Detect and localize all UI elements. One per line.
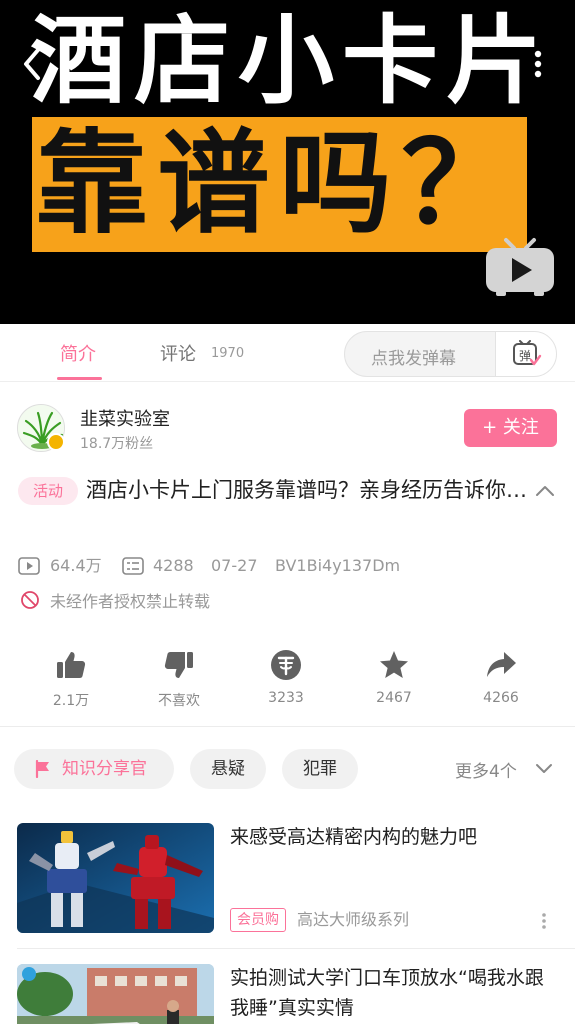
- view-count: 64.4万: [50, 556, 102, 575]
- chevron-down-icon[interactable]: [534, 762, 554, 776]
- danmu-toggle-button[interactable]: 弹: [496, 332, 556, 376]
- like-icon: [57, 652, 86, 678]
- flag-icon: [35, 760, 49, 778]
- coin-count: 3233: [268, 690, 304, 706]
- dislike-label: 不喜欢: [158, 693, 200, 709]
- more-tags-link[interactable]: 更多4个: [455, 757, 517, 782]
- related-video-thumbnail[interactable]: [17, 964, 214, 1024]
- gundam-thumbnail-image: [17, 823, 214, 933]
- verified-badge-icon: [47, 433, 65, 451]
- video-title: 酒店小卡片上门服务靠谱吗？亲身经历告诉你…: [86, 478, 527, 502]
- tab-intro[interactable]: 简介: [60, 340, 96, 366]
- like-button[interactable]: 2.1万: [31, 648, 111, 712]
- copyright-notice: 未经作者授权禁止转载: [50, 592, 211, 611]
- dislike-button[interactable]: 不喜欢: [139, 648, 219, 712]
- follow-button[interactable]: + 关注: [464, 409, 557, 447]
- related-video-thumbnail[interactable]: [17, 823, 214, 933]
- tag-chip-featured[interactable]: 知识分享官: [14, 749, 174, 789]
- uploader-fans: 18.7万粉丝: [80, 436, 154, 452]
- no-repost-icon: [21, 591, 39, 609]
- comment-count: 1970: [211, 346, 245, 361]
- related-video-title[interactable]: 来感受高达精密内构的魅力吧: [230, 822, 550, 852]
- dislike-icon: [164, 652, 193, 678]
- like-count: 2.1万: [52, 693, 90, 709]
- back-chevron-icon[interactable]: [18, 44, 46, 84]
- member-shop-tag: 会员购: [230, 908, 286, 932]
- detail-tab-bar: 简介 评论 1970 点我发弹幕 弹: [0, 324, 575, 382]
- danmaku-count-icon: [122, 557, 144, 575]
- list-divider: [17, 948, 575, 949]
- video-cover-title-line2: 靠谱吗？: [35, 119, 524, 249]
- bv-id: BV1Bi4y137Dm: [275, 556, 401, 575]
- campus-car-thumbnail-image: [17, 964, 214, 1024]
- svg-text:弹: 弹: [519, 349, 531, 363]
- tag-chip[interactable]: 悬疑: [190, 749, 266, 789]
- favorite-count: 2467: [376, 690, 412, 706]
- bilibili-tv-play-icon[interactable]: [484, 236, 556, 298]
- section-divider: [0, 726, 575, 727]
- active-tab-indicator: [57, 377, 102, 380]
- danmaku-count: 4288: [153, 556, 194, 575]
- publish-date: 07-27: [211, 556, 258, 575]
- favorite-button[interactable]: 2467: [354, 648, 434, 712]
- danmu-input-box: 点我发弹幕 弹: [344, 331, 557, 377]
- video-player[interactable]: 酒店小卡片 靠谱吗？: [0, 0, 575, 324]
- tag-chip[interactable]: 犯罪: [282, 749, 358, 789]
- danmu-input[interactable]: 点我发弹幕: [371, 344, 456, 369]
- tab-comments[interactable]: 评论: [160, 340, 196, 366]
- share-count: 4266: [483, 690, 519, 706]
- share-button[interactable]: 4266: [461, 648, 541, 712]
- tag-chip-featured-label: 知识分享官: [62, 759, 147, 779]
- coin-icon: [271, 650, 301, 680]
- video-cover-title-line1: 酒店小卡片: [30, 5, 550, 117]
- play-count-icon: [18, 557, 40, 575]
- chevron-up-icon[interactable]: [534, 483, 556, 499]
- danmu-toggle-icon: 弹: [513, 340, 542, 366]
- more-options-icon[interactable]: [540, 912, 548, 930]
- favorite-icon: [380, 651, 408, 678]
- related-video-subtitle: 高达大师级系列: [297, 910, 410, 929]
- more-vertical-icon[interactable]: [528, 46, 548, 82]
- video-stats: 64.4万 4288 07-27 BV1Bi4y137Dm: [18, 554, 438, 578]
- share-icon: [487, 652, 516, 677]
- coin-button[interactable]: 3233: [246, 648, 326, 712]
- activity-tag[interactable]: 活动: [18, 477, 78, 505]
- related-video-title[interactable]: 实拍测试大学门口车顶放水“喝我水跟我睡”真实实情: [230, 963, 550, 1023]
- uploader-name[interactable]: 韭菜实验室: [80, 405, 170, 431]
